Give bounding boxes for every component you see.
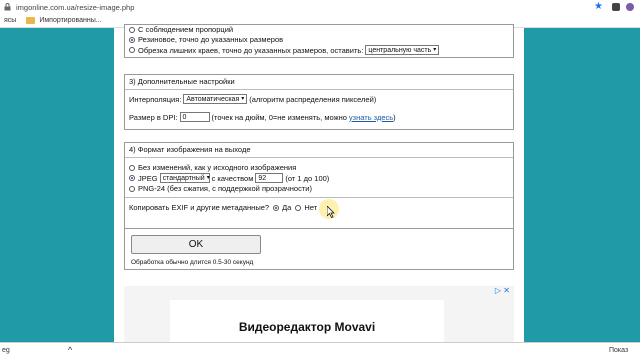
processing-note: Обработка обычно длится 0.5-30 секунд [131, 259, 254, 266]
ad-title[interactable]: Видеоредактор Movavi [170, 320, 444, 334]
ad-banner[interactable]: Видеоредактор Movavi [170, 300, 444, 342]
extension-icon[interactable] [612, 3, 620, 11]
url-text[interactable]: imgonline.com.ua/resize-image.php [16, 3, 134, 12]
chevron-down-icon: ▾ [433, 46, 437, 53]
interpolation-row: Интерполяция: Автоматическая ▾ (алгоритм … [129, 94, 377, 104]
option-keep-proportions[interactable]: С соблюдением пропорций [129, 25, 233, 34]
bookmark-folder-imported[interactable]: Импортированны... [39, 17, 101, 24]
learn-here-link[interactable]: узнать здесь [349, 113, 393, 122]
download-item[interactable]: eg [2, 347, 10, 354]
advertisement[interactable]: ▷ ✕ Видеоредактор Movavi [124, 286, 514, 342]
radio-png[interactable] [129, 185, 135, 192]
page-content: С соблюдением пропорций Резиновое, точно… [114, 24, 524, 342]
exif-row: Копировать EXIF и другие метаданные? Да … [129, 203, 318, 212]
dpi-input[interactable]: 0 [179, 112, 210, 122]
submit-section: OK Обработка обычно длится 0.5-30 секунд [124, 228, 514, 270]
radio-stretch[interactable] [129, 36, 135, 43]
mouse-cursor-icon [327, 206, 335, 218]
additional-settings-section: 3) Дополнительные настройки Интерполяция… [124, 74, 514, 130]
output-format-section: 4) Формат изображения на выходе Без изме… [124, 142, 514, 242]
profile-avatar-icon[interactable] [626, 3, 634, 11]
chevron-up-icon[interactable]: ^ [68, 345, 72, 355]
jpeg-mode-select[interactable]: стандартный ▾ [159, 173, 210, 183]
section-header: 3) Дополнительные настройки [125, 75, 513, 90]
resize-mode-section: С соблюдением пропорций Резиновое, точно… [124, 24, 514, 58]
address-bar[interactable]: imgonline.com.ua/resize-image.php ★ [0, 0, 640, 14]
radio-exif-no[interactable] [295, 204, 302, 211]
option-stretch[interactable]: Резиновое, точно до указанных размеров [129, 35, 283, 44]
ad-choices-icon[interactable]: ▷ ✕ [495, 286, 510, 295]
quality-input[interactable]: 92 [255, 173, 284, 183]
section-header: 4) Формат изображения на выходе [125, 143, 513, 158]
radio-crop[interactable] [129, 47, 135, 53]
chevron-down-icon: ▾ [241, 95, 245, 102]
format-nochange-option[interactable]: Без изменений, как у исходного изображен… [129, 163, 296, 172]
interpolation-select[interactable]: Автоматическая ▾ [183, 94, 248, 104]
ok-button[interactable]: OK [131, 235, 261, 254]
divider [125, 197, 513, 198]
show-all-link[interactable]: Показ [609, 347, 628, 354]
download-bar: eg ^ Показ [0, 342, 640, 360]
chevron-down-icon: ▾ [206, 174, 210, 181]
bookmark-star-icon[interactable]: ★ [594, 1, 603, 13]
radio-jpeg[interactable] [129, 175, 135, 181]
folder-icon [26, 17, 36, 24]
bookmark-item[interactable]: ясы [4, 17, 16, 24]
radio-nochange[interactable] [129, 164, 135, 171]
format-png-option[interactable]: PNG-24 (без сжатия, с поддержкой прозрач… [129, 184, 312, 193]
radio-exif-yes[interactable] [273, 204, 280, 211]
format-jpeg-option[interactable]: JPEG стандартный ▾ с качеством 92 (от 1 д… [129, 173, 329, 183]
lock-icon [4, 3, 12, 11]
radio-keep-proportions[interactable] [129, 26, 135, 33]
option-crop[interactable]: Обрезка лишних краев, точно до указанных… [129, 45, 441, 55]
dpi-row: Размер в DPI: 0 (точек на дюйм, 0=не изм… [129, 112, 396, 122]
crop-position-select[interactable]: центральную часть ▾ [365, 45, 440, 55]
